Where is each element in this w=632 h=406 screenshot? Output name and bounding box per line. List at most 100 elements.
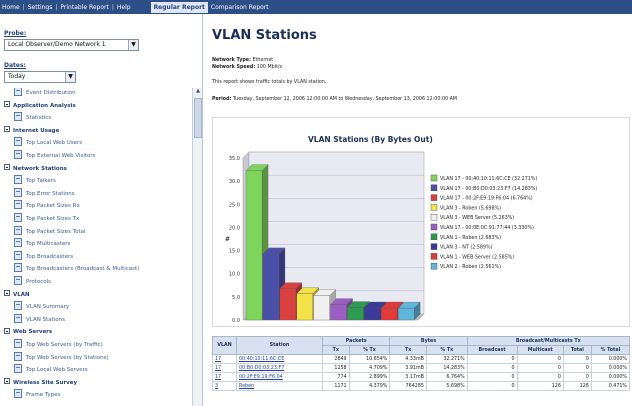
bar (364, 307, 381, 321)
tree-category[interactable]: VLAN (4, 290, 30, 301)
tree-report-link[interactable]: Top Packet Sizes Rx (14, 200, 80, 212)
station-link[interactable]: Roben (236, 381, 323, 391)
tree-report-link[interactable]: VLAN Summary (14, 301, 70, 313)
legend-entry: VLAN 3 - WEB Server (5.263%) (440, 215, 514, 221)
col-group-packets: Packets (321, 336, 391, 346)
col-packets-pct-tx: % Tx (348, 345, 391, 355)
legend-swatch (430, 253, 438, 260)
scroll-up-arrow-icon[interactable]: ▲ (194, 88, 202, 96)
tree-report-link[interactable]: Top Packet Sizes Tx (14, 213, 80, 225)
tree-report-link[interactable]: Statistics (14, 112, 51, 124)
tree-category[interactable]: Application Analysis (4, 101, 76, 112)
legend-entry: VLAN 17 - 00:40:10:11:6C:CE (32.271%) (440, 176, 537, 182)
tree-report-link[interactable]: Frame Types (14, 389, 61, 401)
chart-svg: VLAN Stations (By Bytes Out) 35.0 30.0 25.0… (225, 135, 537, 324)
main-content: VLAN Stations Network Type: Ethernet Net… (204, 14, 632, 406)
nav-link-help[interactable]: Help (115, 4, 133, 11)
station-link[interactable]: 00:B0:D0:03:23:F7 (236, 363, 323, 373)
tree-category[interactable]: Wireless Site Survey (4, 378, 77, 389)
legend-swatch (430, 243, 438, 250)
table-cell: 0.000% (590, 354, 631, 364)
vlan-link[interactable]: 17 (212, 372, 237, 382)
legend-entry: VLAN 17 - 00:B0:D0:03:23:F7 (14.283%) (440, 186, 537, 192)
vlan-link[interactable]: 17 (212, 354, 237, 364)
scrollbar-thumb[interactable] (194, 98, 202, 138)
table-body: 17 00:40:10:11:6C:CE 2849 10.654% 4.33mB 32.2… (212, 354, 631, 391)
chevron-down-icon: ▼ (128, 40, 138, 50)
report-page-icon (14, 200, 22, 210)
y-tick-label: 10.0 (229, 272, 240, 278)
bar (347, 307, 364, 321)
tree-report-link[interactable]: Top External Web Visitors (14, 150, 96, 162)
vlan-link[interactable]: 17 (212, 363, 237, 373)
tree-category[interactable]: Network Stations (4, 164, 67, 175)
report-page-icon (14, 112, 22, 122)
tree-report-link[interactable]: Top Broadcasters (Broadcast & Multicast) (14, 263, 140, 275)
dates-label: Dates: (4, 62, 26, 69)
tab-regular-report[interactable]: Regular Report (150, 1, 208, 13)
tree-report-link[interactable]: VLAN Stations (14, 313, 65, 326)
table-cell: 0.000% (590, 363, 631, 373)
sidebar-scrollbar[interactable]: ▲ (192, 88, 202, 406)
tab-comparison-report[interactable]: Comparison Report (208, 2, 272, 13)
bar (330, 304, 347, 321)
tree-category[interactable]: Web Servers (4, 327, 52, 338)
tree-label: Internet Usage (13, 127, 60, 134)
station-link[interactable]: 00:40:10:11:6C:CE (236, 354, 323, 364)
tree-report-link[interactable]: Top Local Web Users (14, 137, 83, 149)
report-page-icon (14, 187, 22, 197)
tree-label: VLAN Summary (26, 304, 70, 311)
tree-report-link[interactable]: Top Packet Sizes Total (14, 225, 86, 238)
col-bytes-tx: Tx (389, 345, 427, 355)
table-cell: 764285 (389, 381, 427, 391)
bar (381, 307, 398, 321)
tree-label: Top Local Web Users (26, 140, 83, 147)
col-pct-total: % Total (590, 345, 631, 355)
network-type-label: Network Type: (212, 58, 251, 63)
legend-entry: VLAN 17 - 00:0E:0C:91:77:44 (3.330%) (440, 225, 534, 231)
tree-label: Network Stations (13, 165, 67, 172)
tree-report-link[interactable]: Top Talkers (14, 175, 56, 187)
tree-report-link[interactable]: Protocols (14, 276, 51, 288)
station-link[interactable]: 00:2F:E9:19:F6:04 (236, 372, 323, 382)
y-tick-label: 25.0 (229, 202, 240, 208)
tree-category[interactable]: Internet Usage (4, 126, 59, 137)
y-tick-label: 15.0 (229, 249, 240, 255)
table-row: 3 Roben 1171 4.379% 764285 5.698% 0 126 126 0.471… (212, 381, 631, 391)
col-group-broadcast: Broadcast/Multicasts Tx (466, 336, 631, 346)
table-cell: 0.000% (590, 372, 631, 382)
y-tick-label: 20.0 (229, 225, 240, 231)
legend-entry: VLAN 1 - Roben (2.683%) (440, 235, 501, 241)
probe-select[interactable]: Local Observer/Demo Network 1 ▼ (4, 39, 139, 51)
tree-report-link[interactable]: Top Broadcasters (14, 250, 73, 263)
tree-report-link[interactable]: Top Error Stations (14, 187, 75, 200)
table-cell: 5.698% (425, 381, 468, 391)
nav-link-printable-report[interactable]: Printable Report (58, 4, 110, 11)
table-cell: 1171 (322, 381, 350, 391)
legend-entry: VLAN 17 - 00:2F:E9:19:F6:04 (6.764%) (440, 196, 533, 202)
collapse-box-icon (4, 327, 10, 334)
legend-swatch (430, 233, 438, 241)
legend-entry: VLAN 1 - WEB Server (2.585%) (440, 254, 514, 260)
tree-label: Frame Types (26, 392, 61, 399)
report-page-icon (14, 364, 22, 374)
tree-report-link[interactable]: Top Web Servers (by Stations) (14, 351, 109, 364)
tree-label: Top Local Web Servers (26, 367, 88, 374)
tree-report-link[interactable]: Top Local Web Servers (14, 364, 88, 376)
col-station: Station (236, 336, 323, 355)
col-multicast: Multicast (516, 345, 564, 355)
chevron-down-icon: ▼ (65, 72, 75, 82)
tree-report-link[interactable]: Top Multicasters (14, 238, 70, 250)
tree-label: Top Packet Sizes Tx (26, 216, 80, 222)
dates-select[interactable]: Today ▼ (4, 71, 76, 83)
tree-report-link[interactable]: Top Web Servers (by Traffic) (14, 339, 103, 351)
top-navigation-bar: Home | Settings | Printable Report | Hel… (0, 0, 632, 14)
table-cell: 3.17mB (389, 372, 427, 382)
tree-report-link[interactable]: Event Distribution (14, 88, 76, 99)
nav-link-home[interactable]: Home (0, 4, 22, 11)
nav-link-settings[interactable]: Settings (26, 4, 55, 11)
legend-swatch (430, 223, 438, 231)
vlan-link[interactable]: 3 (212, 381, 237, 391)
tree-label: Top Broadcasters (Broadcast & Multicast) (26, 266, 140, 273)
report-page-icon (14, 276, 22, 285)
